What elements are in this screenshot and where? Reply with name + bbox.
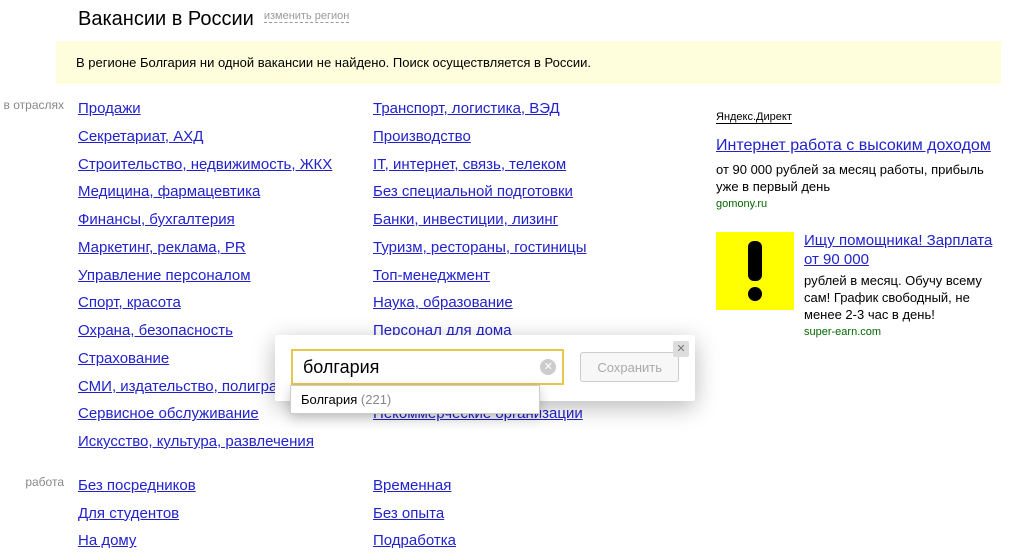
industry-link[interactable]: Производство (373, 126, 471, 148)
industry-link[interactable]: Банки, инвестиции, лизинг (373, 209, 558, 231)
ad2-thumb[interactable] (716, 232, 794, 310)
work-col-1: Без посредников Для студентов На дому (78, 475, 373, 552)
page-title: Вакансии в России (78, 8, 254, 31)
region-input[interactable] (291, 349, 564, 385)
direct-label[interactable]: Яндекс.Директ (716, 111, 792, 124)
industry-link[interactable]: Спорт, красота (78, 292, 181, 314)
industries-label: в отраслях (0, 98, 78, 453)
region-suggestion[interactable]: Болгария (221) (290, 385, 540, 414)
work-link[interactable]: На дому (78, 530, 136, 552)
industry-link[interactable]: Продажи (78, 98, 141, 120)
industry-link[interactable]: Транспорт, логистика, ВЭД (373, 98, 560, 120)
industry-link[interactable]: Без специальной подготовки (373, 181, 573, 203)
suggestion-count: (221) (361, 392, 391, 407)
industry-link[interactable]: Туризм, рестораны, гостиницы (373, 237, 586, 259)
industry-link[interactable]: Управление персоналом (78, 265, 251, 287)
ad1-domain[interactable]: gomony.ru (716, 198, 1006, 210)
save-button[interactable]: Сохранить (580, 352, 679, 382)
ad1-desc: от 90 000 рублей за месяц работы, прибыл… (716, 162, 1006, 196)
industry-link[interactable]: СМИ, издательство, полиграфия (78, 376, 306, 398)
industry-link[interactable]: Наука, образование (373, 292, 513, 314)
ad2-desc: рублей в месяц. Обучу всему сам! График … (804, 273, 1006, 324)
work-link[interactable]: Без опыта (373, 503, 444, 525)
ad-block-1: Интернет работа с высоким доходом от 90 … (716, 136, 1006, 210)
ad2-domain[interactable]: super-earn.com (804, 326, 1006, 338)
industry-link[interactable]: Страхование (78, 348, 169, 370)
close-icon[interactable]: ✕ (673, 341, 689, 357)
work-link[interactable]: Для студентов (78, 503, 179, 525)
change-region-link[interactable]: изменить регион (264, 10, 350, 23)
industry-link[interactable]: Искусство, культура, развлечения (78, 431, 314, 453)
region-notice: В регионе Болгария ни одной вакансии не … (56, 41, 1001, 84)
clear-icon[interactable]: ✕ (540, 359, 556, 375)
suggestion-text: Болгария (301, 392, 357, 407)
work-col-2: Временная Без опыта Подработка (373, 475, 668, 552)
industry-link[interactable]: Строительство, недвижимость, ЖКХ (78, 154, 332, 176)
work-link[interactable]: Временная (373, 475, 451, 497)
work-link[interactable]: Без посредников (78, 475, 196, 497)
work-link[interactable]: Подработка (373, 530, 456, 552)
industry-link[interactable]: Сервисное обслуживание (78, 403, 259, 425)
industry-link[interactable]: Медицина, фармацевтика (78, 181, 260, 203)
industry-link[interactable]: Финансы, бухгалтерия (78, 209, 235, 231)
work-label: работа (0, 475, 78, 552)
ad1-title[interactable]: Интернет работа с высоким доходом (716, 137, 991, 154)
industry-link[interactable]: Секретариат, АХД (78, 126, 203, 148)
exclamation-icon (746, 241, 764, 301)
industry-link[interactable]: Маркетинг, реклама, PR (78, 237, 246, 259)
industry-link[interactable]: Топ-менеджмент (373, 265, 490, 287)
ad2-title[interactable]: Ищу помощника! Зарплата от 90 000 (804, 232, 992, 268)
industry-link[interactable]: Охрана, безопасность (78, 320, 233, 342)
industry-link[interactable]: IT, интернет, связь, телеком (373, 154, 566, 176)
ad-block-2: Ищу помощника! Зарплата от 90 000 рублей… (716, 232, 1006, 338)
